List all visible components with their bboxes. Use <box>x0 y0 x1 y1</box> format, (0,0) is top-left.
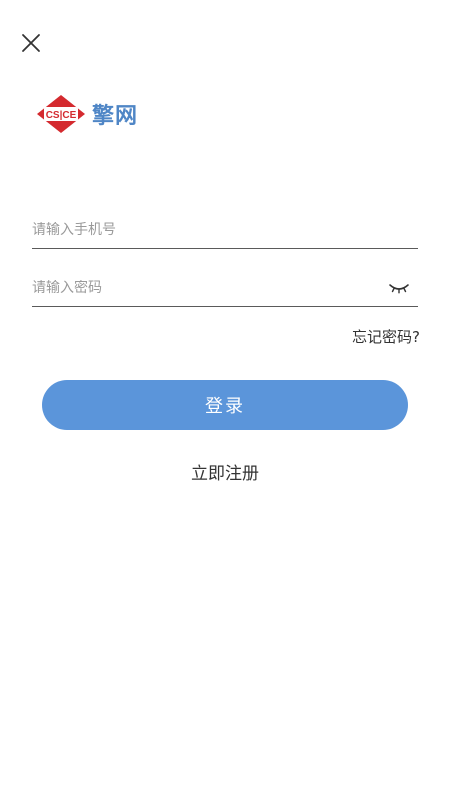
csice-emblem-icon: CS|CE <box>37 95 85 133</box>
logo-emblem-text: CS|CE <box>46 110 77 121</box>
register-link[interactable]: 立即注册 <box>0 459 450 484</box>
close-icon <box>22 34 40 52</box>
login-button-label: 登录 <box>205 396 245 417</box>
brand-name: 擎网 <box>92 104 139 129</box>
phone-field-row <box>32 212 418 249</box>
forgot-password-link[interactable]: 忘记密码? <box>352 326 420 347</box>
password-field-row <box>32 270 418 307</box>
phone-input[interactable] <box>32 222 418 238</box>
eye-closed-icon[interactable] <box>388 281 410 295</box>
brand-logo: CS|CE 擎网 <box>36 92 138 136</box>
password-input[interactable] <box>32 280 388 296</box>
close-button[interactable] <box>18 30 44 56</box>
login-button[interactable]: 登录 <box>42 380 408 430</box>
